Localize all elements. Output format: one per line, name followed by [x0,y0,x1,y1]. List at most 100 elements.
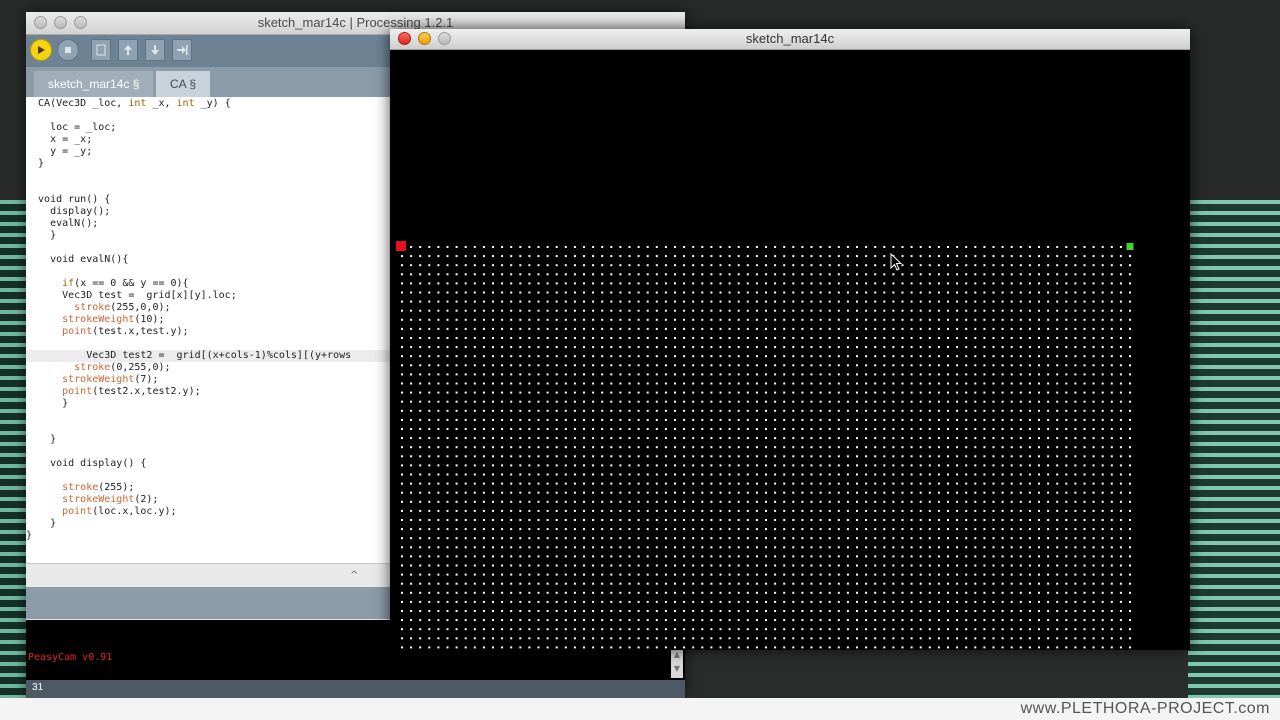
grid-point [628,264,631,267]
grid-point [1101,610,1104,612]
code-line[interactable]: } [26,518,56,530]
grid-point [1019,619,1022,622]
grid-point [883,528,886,531]
grid-point [1010,509,1013,512]
code-line[interactable]: stroke(255,0,0); [26,302,170,314]
grid-point [1092,337,1095,339]
grid-point [992,464,995,467]
grid-point [765,255,767,258]
grid-point [856,555,858,558]
code-line[interactable]: evalN(); [26,218,98,230]
grid-point [983,537,986,540]
grid-point [428,300,431,303]
grid-point [664,400,667,403]
grid-point [819,255,822,258]
grid-point [501,537,504,540]
grid-point [919,582,922,585]
code-line[interactable]: } [26,398,68,410]
grid-point [428,355,431,358]
code-line[interactable]: stroke(0,255,0); [26,362,170,374]
code-line[interactable]: } [26,530,32,542]
grid-point [546,591,549,594]
grid-point [801,300,804,303]
grid-point [1129,364,1131,367]
save-button[interactable] [145,39,165,61]
code-line[interactable]: void run() { [26,194,110,206]
grid-point [947,455,949,458]
grid-point [482,400,485,403]
grid-point [774,646,777,649]
code-line[interactable]: CA(Vec3D _loc, int _x, int _y) { [26,98,231,110]
code-line[interactable]: if(x == 0 && y == 0){ [26,278,188,290]
code-line[interactable]: strokeWeight(2); [26,494,158,506]
grid-point [482,500,485,503]
code-line[interactable]: x = _x; [26,134,92,146]
code-line[interactable]: void display() { [26,458,146,470]
grid-point [592,528,595,531]
code-line[interactable]: strokeWeight(10); [26,314,164,326]
grid-point [1101,519,1104,521]
grid-point [856,600,858,603]
grid-point [947,637,949,640]
grid-point [910,464,913,467]
grid-point [646,318,649,321]
grid-point [956,255,959,258]
grid-point [1001,437,1004,440]
grid-point [992,373,995,376]
grid-point [664,482,667,485]
code-line[interactable]: loc = _loc; [26,122,116,134]
grid-point [473,300,476,303]
tab-sketch-mar14c[interactable]: sketch_mar14c § [34,71,154,97]
grid-point [692,519,695,521]
grid-point [528,564,531,567]
grid-point [419,519,422,521]
run-button[interactable] [30,39,52,61]
code-line[interactable]: } [26,434,56,446]
grid-point [473,346,476,349]
grid-point [865,246,868,248]
grid-point [1119,619,1122,622]
grid-point [883,327,886,330]
code-line[interactable]: } [26,158,44,170]
grid-point [555,418,558,421]
grid-point [1101,355,1104,358]
code-line[interactable]: Vec3D test2 = grid[(x+cols-1)%cols][(y+r… [26,350,391,362]
grid-point [710,300,713,303]
grid-point [719,509,722,512]
grid-point [473,555,476,558]
open-button[interactable] [118,39,138,61]
grid-point [1047,409,1050,412]
code-editor[interactable]: CA(Vec3D _loc, int _x, int _y) { loc = _… [26,97,391,563]
code-line[interactable]: point(loc.x,loc.y); [26,506,176,518]
sketch-canvas[interactable] [390,50,1190,650]
grid-point [1101,373,1104,376]
code-line[interactable]: point(test2.x,test2.y); [26,386,200,398]
grid-point [774,591,777,594]
code-line[interactable]: void evalN(){ [26,254,128,266]
code-line[interactable]: stroke(255); [26,482,134,494]
grid-point [555,619,558,622]
grid-point [492,637,494,640]
code-line[interactable]: point(test.x,test.y); [26,326,188,338]
code-line[interactable]: } [26,230,56,242]
grid-point [510,264,513,267]
new-button[interactable] [91,39,111,61]
console-scrollbar[interactable]: ▲ ▼ [671,648,683,678]
stop-button[interactable] [57,39,79,61]
grid-point [437,619,440,622]
grid-point [728,337,731,339]
tab-ca[interactable]: CA § [156,71,211,97]
export-button[interactable] [172,39,192,61]
collapse-arrow-icon[interactable]: ^ [350,570,358,581]
code-line[interactable]: Vec3D test = grid[x][y].loc; [26,290,237,302]
grid-point [1056,610,1059,612]
grid-point [1056,482,1059,485]
grid-point [728,428,731,430]
editor-divider[interactable]: ^ [26,563,391,588]
code-line[interactable]: strokeWeight(7); [26,374,158,386]
grid-point [510,482,513,485]
code-line[interactable]: display(); [26,206,110,218]
code-line[interactable]: y = _y; [26,146,92,158]
grid-point [464,264,467,267]
grid-point [637,382,640,385]
